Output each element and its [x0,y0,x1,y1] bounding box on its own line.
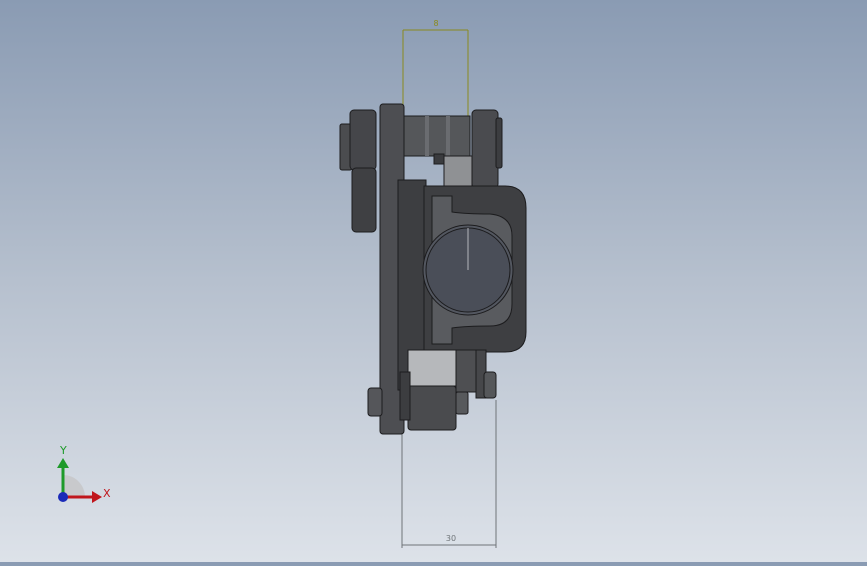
top-axle-pin [433,153,445,165]
triad-y-label: Y [59,444,67,457]
triad-x-label: X [103,487,111,500]
lower-link[interactable] [455,349,477,393]
triad-y-arrowhead [57,458,69,468]
top-right-nut[interactable] [471,109,499,189]
left-cam-lever[interactable] [351,167,377,233]
lower-block-light[interactable] [407,349,457,387]
triad-z-axis [58,492,68,502]
top-axle-groove-1 [425,116,429,156]
bottom-dim-value[interactable]: 30 [446,534,456,543]
lower-right-bolt [483,371,497,399]
triad-x-arrowhead [92,491,102,503]
cad-graphics-viewport[interactable]: 8 30 Y X [0,0,867,562]
lower-nut[interactable] [407,385,457,431]
top-axle-groove-2 [446,116,450,156]
top-right-washer [495,117,503,169]
top-dim-value[interactable]: 8 [433,19,438,28]
model-canvas[interactable]: 8 30 Y X [0,0,867,562]
bottom-spacer [399,371,411,421]
view-orientation-triad[interactable]: Y X [57,444,111,503]
clamp-assembly[interactable] [339,103,527,435]
top-left-nut[interactable] [349,109,377,171]
bottom-left-bolt [367,387,383,417]
top-dimension[interactable]: 8 [402,19,469,118]
top-link-plate[interactable] [443,155,473,191]
lower-bolt-stub [455,391,469,415]
top-axle[interactable] [401,115,471,157]
